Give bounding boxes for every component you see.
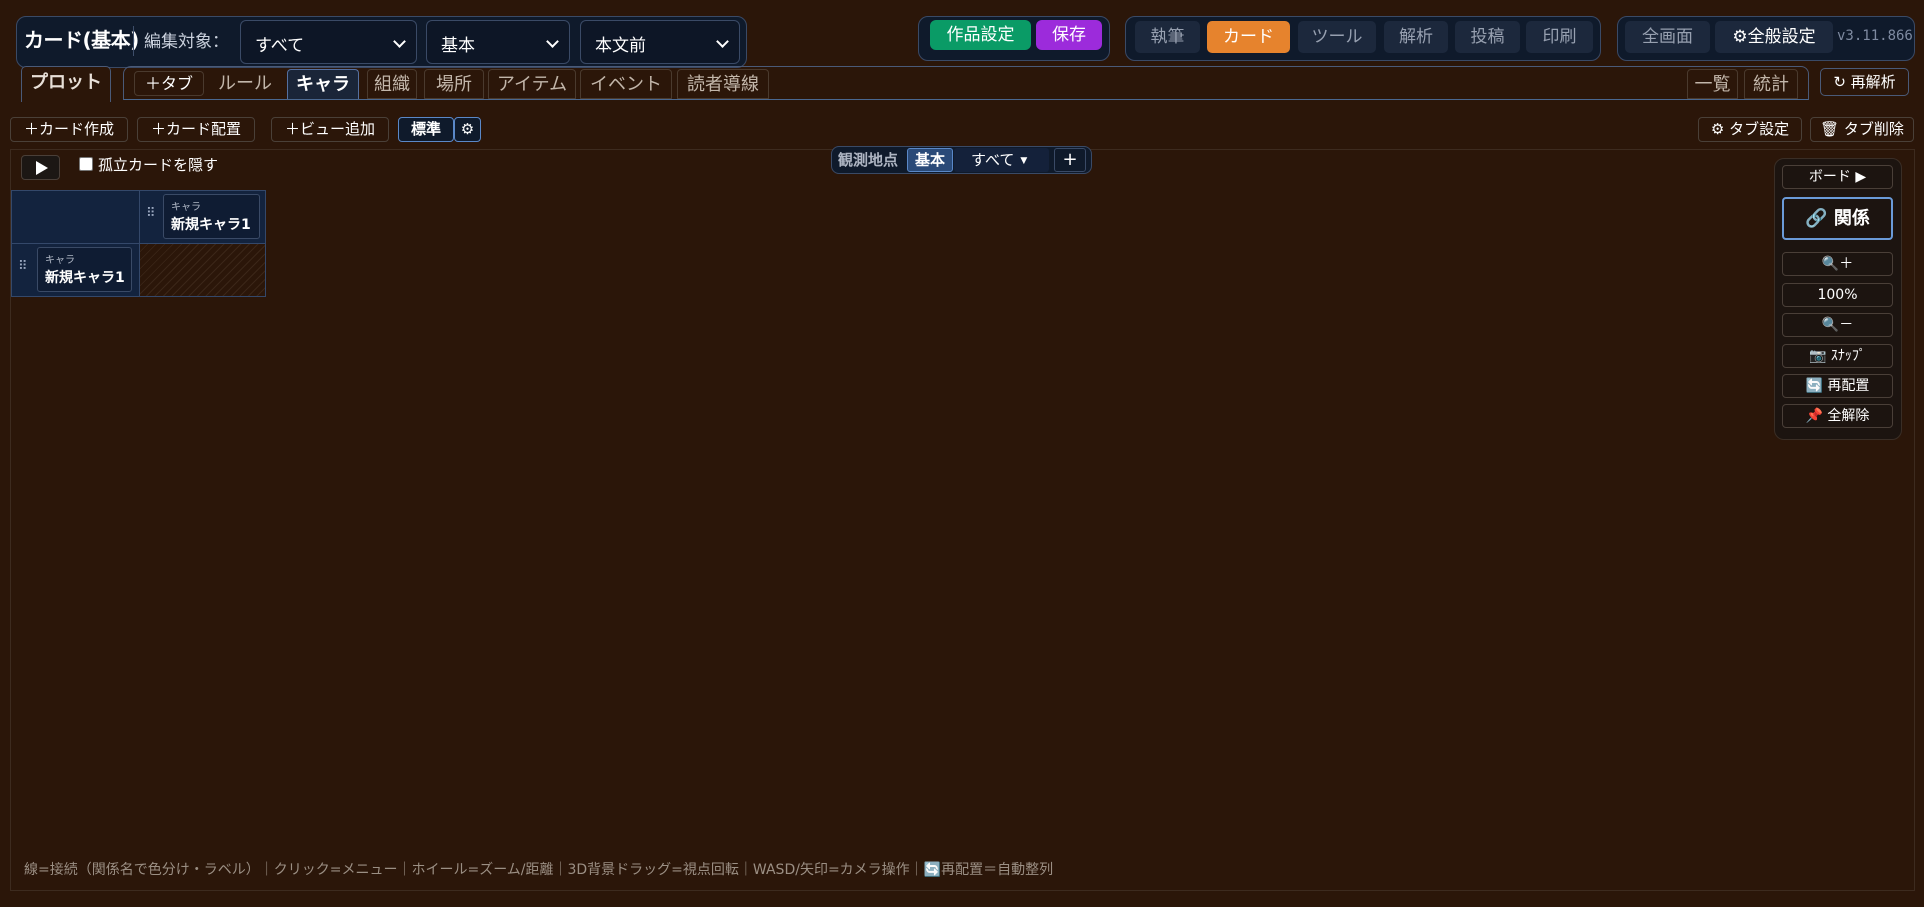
tab-organizations[interactable]: 組織 xyxy=(367,69,417,99)
matrix-cell-empty[interactable] xyxy=(139,243,266,297)
mode-analysis[interactable]: 解析 xyxy=(1384,21,1448,53)
version-label: v3.11.866 xyxy=(1837,28,1913,44)
unpin-all-button[interactable]: 📌 全解除 xyxy=(1782,404,1893,428)
card-name: 新規キャラ1 xyxy=(45,270,125,286)
relation-canvas[interactable] xyxy=(10,149,1915,891)
play-icon[interactable] xyxy=(21,155,60,180)
view-settings-gear-icon[interactable]: ⚙ xyxy=(454,117,481,142)
fullscreen-button[interactable]: 全画面 xyxy=(1625,21,1710,53)
reparse-button[interactable]: ↻ 再解析 xyxy=(1820,68,1909,96)
tab-events[interactable]: イベント xyxy=(580,69,672,99)
row-card[interactable]: キャラ 新規キャラ1 xyxy=(37,247,132,292)
tab-settings-button[interactable]: ⚙ タブ設定 xyxy=(1698,117,1802,142)
position-select[interactable]: 本文前 xyxy=(580,20,740,64)
mode-post[interactable]: 投稿 xyxy=(1455,21,1520,53)
layer-select[interactable]: 基本 xyxy=(426,20,570,64)
card-name: 新規キャラ1 xyxy=(171,217,251,233)
caret-down-icon: ▼ xyxy=(1020,156,1028,166)
column-card[interactable]: キャラ 新規キャラ1 xyxy=(163,194,260,239)
chevron-down-icon xyxy=(393,35,406,48)
tab-reader-flow[interactable]: 読者導線 xyxy=(677,69,769,99)
place-card-button[interactable]: ＋カード配置 xyxy=(137,117,255,142)
view-tab-standard[interactable]: 標準 xyxy=(398,117,454,142)
divider xyxy=(133,26,134,56)
stats-button[interactable]: 統計 xyxy=(1744,69,1798,99)
edit-target-select-value: すべて xyxy=(255,36,305,56)
page-title: カード(基本) xyxy=(24,28,139,52)
save-button[interactable]: 保存 xyxy=(1036,20,1102,50)
rearrange-button[interactable]: 🔄 再配置 xyxy=(1782,374,1893,398)
work-settings-button[interactable]: 作品設定 xyxy=(930,20,1031,50)
snapshot-button[interactable]: 📷 ｽﾅｯﾌﾟ xyxy=(1782,344,1893,368)
chevron-down-icon xyxy=(546,35,559,48)
tab-characters[interactable]: キャラ xyxy=(287,69,359,99)
tab-plot[interactable]: プロット xyxy=(21,66,111,102)
list-button[interactable]: 一覧 xyxy=(1687,69,1738,99)
canvas-hint: 線=接続（関係名で色分け・ラベル）｜クリック=メニュー｜ホイール=ズーム/距離｜… xyxy=(24,862,1054,878)
tab-items[interactable]: アイテム xyxy=(488,69,576,99)
zoom-in-button[interactable]: 🔍＋ xyxy=(1782,252,1893,276)
card-kind: キャラ xyxy=(171,202,201,213)
mode-tools[interactable]: ツール xyxy=(1298,21,1376,53)
position-select-value: 本文前 xyxy=(595,36,646,56)
viewpoint-select-value: すべて xyxy=(971,151,1015,169)
drag-handle-icon[interactable]: ⠿ xyxy=(146,206,155,221)
tab-places[interactable]: 場所 xyxy=(424,69,484,99)
add-view-button[interactable]: ＋ビュー追加 xyxy=(271,117,389,142)
matrix-corner xyxy=(11,190,140,244)
board-button[interactable]: ボード ▶ xyxy=(1782,165,1893,189)
viewpoint-value[interactable]: 基本 xyxy=(907,148,953,172)
mode-writing[interactable]: 執筆 xyxy=(1135,21,1200,53)
hide-isolated-label: 孤立カードを隠す xyxy=(98,156,219,174)
add-tab-button[interactable]: ＋タブ xyxy=(134,71,204,96)
edit-target-select[interactable]: すべて xyxy=(240,20,417,64)
tab-rules[interactable]: ルール xyxy=(210,69,280,99)
viewpoint-select[interactable]: すべて ▼ xyxy=(954,148,1049,172)
viewpoint-label: 観測地点 xyxy=(838,151,899,169)
general-settings-button[interactable]: ⚙全般設定 xyxy=(1715,21,1833,53)
create-card-button[interactable]: ＋カード作成 xyxy=(10,117,128,142)
tab-delete-button[interactable]: 🗑 タブ削除 xyxy=(1810,117,1914,142)
relation-button[interactable]: 🔗 関係 xyxy=(1782,197,1893,240)
drag-handle-icon[interactable]: ⠿ xyxy=(18,259,27,274)
zoom-out-button[interactable]: 🔍－ xyxy=(1782,313,1893,337)
mode-card[interactable]: カード xyxy=(1207,21,1290,53)
viewpoint-add-button[interactable]: + xyxy=(1054,148,1086,172)
edit-target-label: 編集対象： xyxy=(144,32,229,52)
mode-print[interactable]: 印刷 xyxy=(1526,21,1593,53)
layer-select-value: 基本 xyxy=(441,36,475,56)
chevron-down-icon xyxy=(716,35,729,48)
zoom-level: 100% xyxy=(1782,283,1893,307)
card-kind: キャラ xyxy=(45,255,75,266)
hide-isolated-checkbox[interactable] xyxy=(79,157,93,171)
